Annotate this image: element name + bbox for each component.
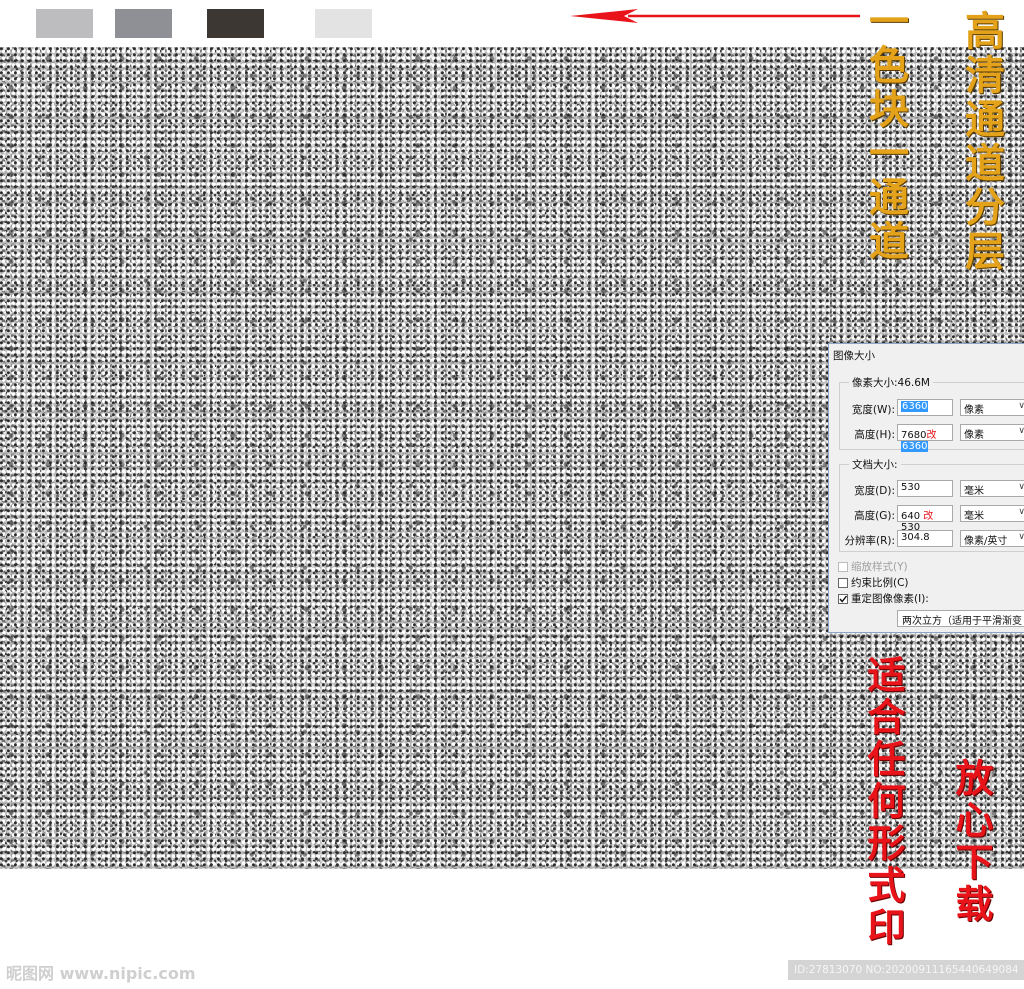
doc-width-label: 宽度(D):	[854, 485, 895, 497]
pixel-dimensions-label: 像素大小:46.6M	[849, 375, 933, 390]
scale-styles-checkbox[interactable]	[838, 562, 848, 572]
resolution-unit-select[interactable]: 像素/英寸 ∨	[960, 530, 1024, 547]
doc-width-unit-select[interactable]: 毫米 ∨	[960, 480, 1024, 497]
constrain-proportions-checkbox[interactable]	[838, 578, 848, 588]
height-label: 高度(H):	[854, 429, 895, 441]
color-swatch-4	[315, 9, 372, 38]
channel-note: 高清通道分层	[958, 10, 1005, 274]
chevron-down-icon: ∨	[1018, 482, 1024, 492]
height-unit-select[interactable]: 像素 ∨	[960, 424, 1024, 441]
image-size-dialog: 图像大小 像素大小:46.6M 宽度(W): 6360 像素 ∨ 高度(H): 7…	[828, 343, 1024, 633]
chevron-down-icon: ∨	[1018, 532, 1024, 542]
doc-width-input[interactable]: 530	[897, 480, 953, 497]
width-label: 宽度(W):	[851, 404, 895, 416]
chevron-down-icon: ∨	[1018, 401, 1024, 411]
check-icon	[839, 595, 848, 603]
height-input[interactable]: 7680改6360	[897, 424, 953, 452]
width-input[interactable]: 6360	[897, 399, 953, 416]
constrain-proportions-label: 约束比例(C)	[851, 577, 909, 589]
resample-label: 重定图像像素(I):	[851, 593, 929, 605]
chevron-down-icon: ∨	[1018, 426, 1024, 436]
dialog-title: 图像大小	[833, 350, 875, 362]
color-swatch-1	[36, 9, 93, 38]
scale-styles-label: 缩放样式(Y)	[851, 561, 908, 573]
color-swatch-3	[207, 9, 264, 38]
resample-method-select[interactable]: 两次立方（适用于平滑渐变	[897, 610, 1024, 627]
doc-height-unit-select[interactable]: 毫米 ∨	[960, 505, 1024, 522]
doc-height-label: 高度(G):	[854, 510, 895, 522]
width-unit-select[interactable]: 像素 ∨	[960, 399, 1024, 416]
document-size-label: 文档大小:	[849, 457, 901, 472]
doc-height-input[interactable]: 640 改 530	[897, 505, 953, 533]
print-note: 适合任何形式印	[861, 655, 906, 949]
chevron-down-icon: ∨	[1018, 507, 1024, 517]
swatch-note: 一色块一通道	[862, 0, 909, 264]
color-swatch-2	[115, 9, 172, 38]
resolution-label: 分辨率(R):	[844, 535, 895, 547]
id-watermark: ID:27813070 NO:20200911165440649084	[788, 960, 1024, 980]
resolution-input[interactable]: 304.8	[897, 530, 953, 547]
resample-checkbox[interactable]	[838, 594, 848, 604]
site-watermark: 昵图网 www.nipic.com	[6, 964, 196, 983]
download-note: 放心下载	[949, 758, 994, 926]
arrow-left-icon	[570, 9, 860, 23]
